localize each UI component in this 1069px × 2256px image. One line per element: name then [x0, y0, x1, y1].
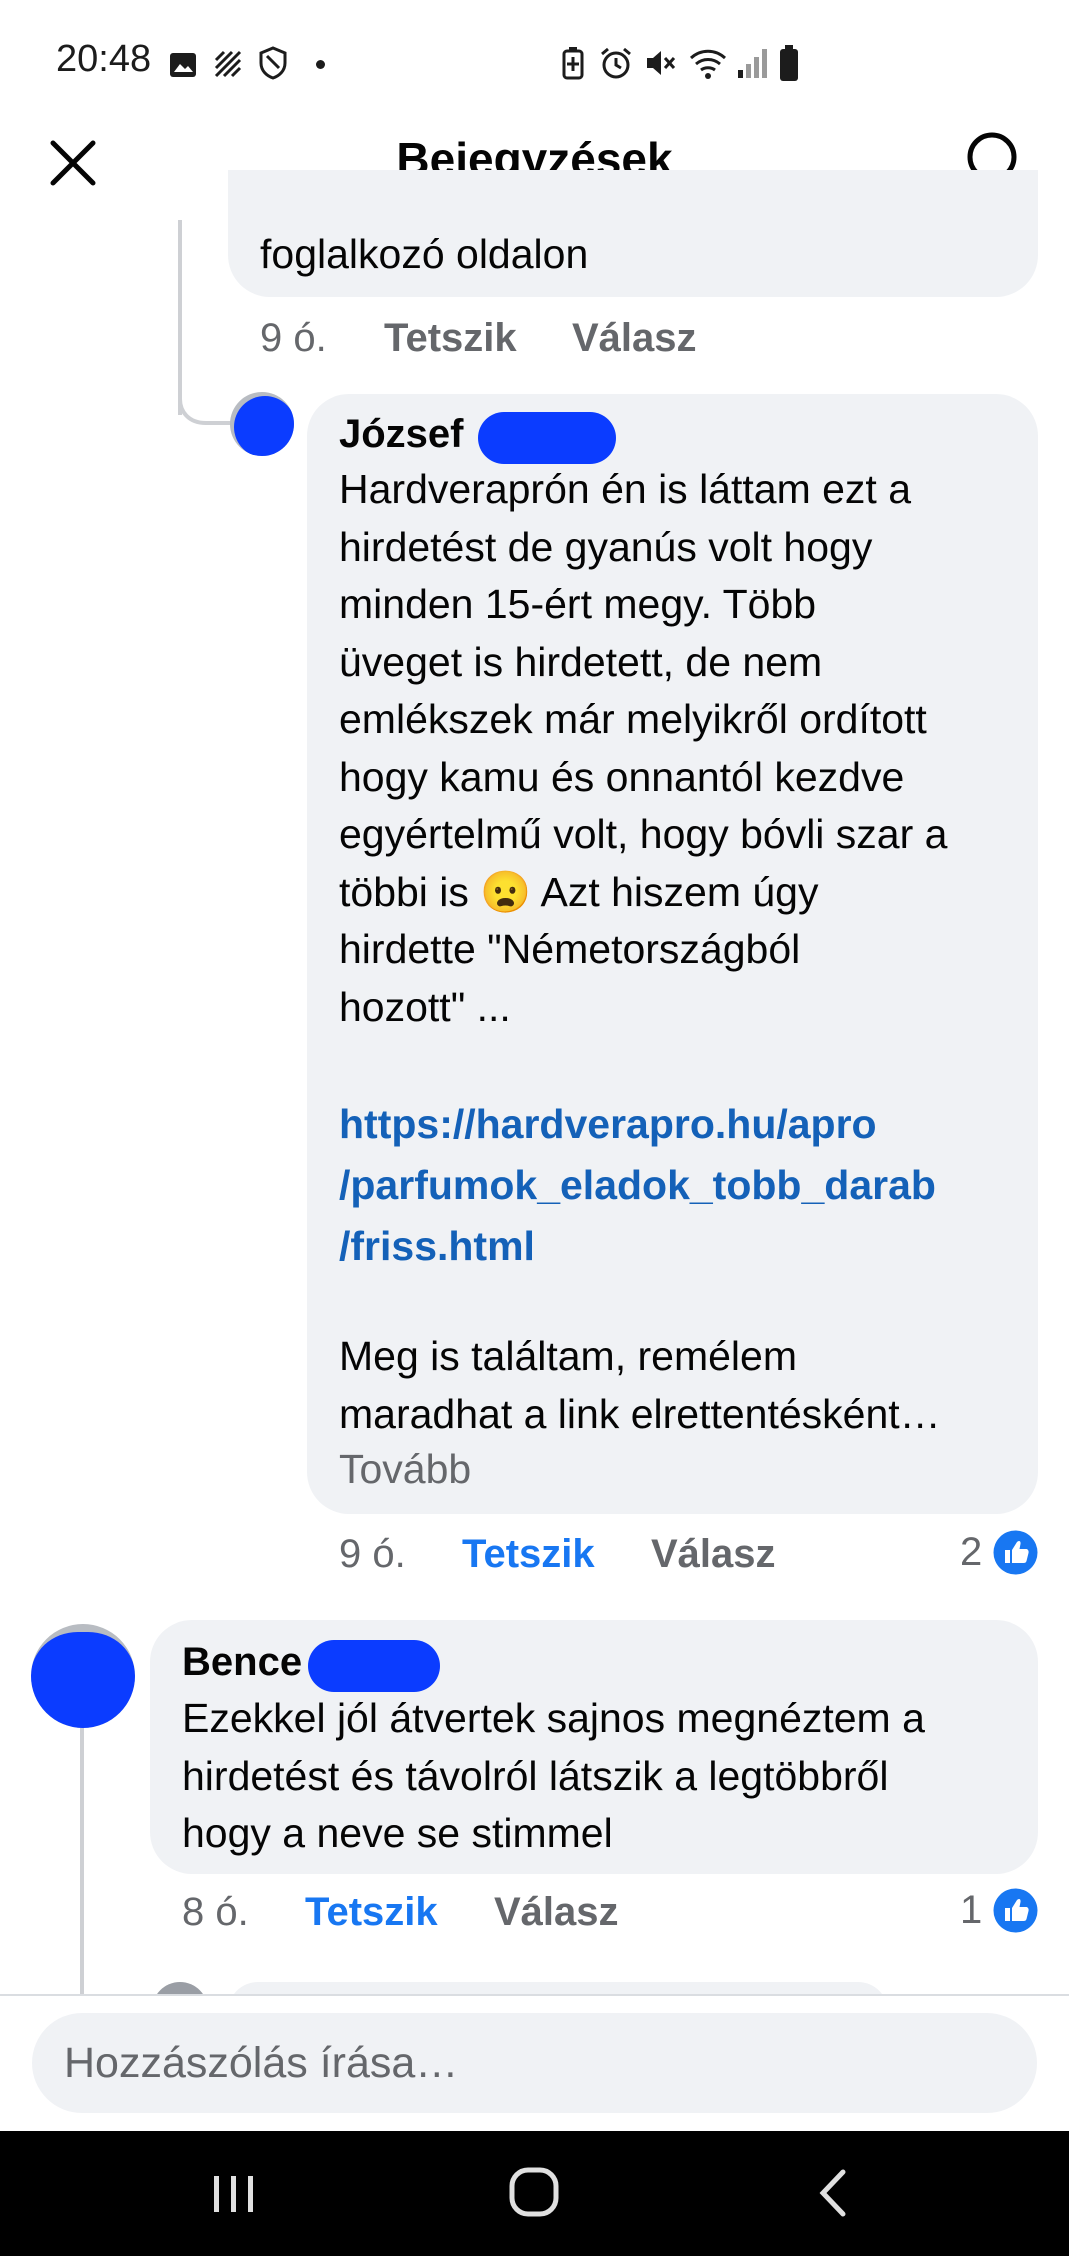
comment-text: foglalkozó oldalon: [260, 231, 589, 277]
redaction-mark: [478, 412, 616, 464]
status-time: 20:48: [56, 38, 152, 80]
comment-body: Ezekkel jól átvertek sajnos megnéztem a …: [182, 1695, 925, 1856]
mute-icon: [647, 51, 676, 75]
thread-line: [80, 1710, 84, 2000]
back-icon[interactable]: [815, 2168, 851, 2218]
signal-icon: [738, 49, 767, 78]
recent-apps-icon[interactable]: [210, 2172, 258, 2216]
avatar[interactable]: [31, 1624, 135, 1728]
redaction-mark: [234, 396, 294, 456]
comment-author[interactable]: József: [339, 406, 464, 462]
home-icon[interactable]: [508, 2166, 560, 2218]
reply-button[interactable]: Válasz: [572, 316, 697, 361]
see-more-link[interactable]: Tovább: [339, 1446, 471, 1493]
comment-body-continued: Meg is találtam, remélem maradhat a link…: [339, 1333, 941, 1437]
reply-button[interactable]: Válasz: [494, 1890, 619, 1935]
reply-button[interactable]: Válasz: [651, 1532, 776, 1577]
gallery-icon: [170, 53, 196, 77]
battery-saver-icon: [562, 47, 584, 80]
redaction-mark: [308, 1640, 440, 1692]
comment-link[interactable]: https://hardverapro.hu/apro /parfumok_el…: [339, 1094, 936, 1277]
reaction-count[interactable]: 1: [960, 1888, 982, 1933]
comment-time: 9 ó.: [339, 1532, 406, 1576]
reaction-count[interactable]: 2: [960, 1530, 982, 1575]
thread-connector: [178, 385, 238, 425]
like-button[interactable]: Tetszik: [305, 1890, 438, 1935]
data-saver-icon: [214, 50, 242, 78]
comment-author[interactable]: Bence: [182, 1634, 302, 1690]
redaction-mark: [31, 1632, 135, 1728]
wifi-icon: [689, 49, 727, 79]
alarm-icon: [601, 47, 631, 79]
comment-input[interactable]: Hozzászólás írása…: [32, 2013, 1037, 2113]
battery-icon: [780, 45, 798, 81]
like-button[interactable]: Tetszik: [384, 316, 517, 361]
like-reaction-icon[interactable]: [993, 1888, 1038, 1933]
like-reaction-icon[interactable]: [993, 1530, 1038, 1575]
like-button[interactable]: Tetszik: [462, 1532, 595, 1577]
comment-body: Hardveraprón én is láttam ezt a hirdetés…: [339, 466, 948, 1030]
avatar[interactable]: [230, 392, 294, 456]
comment-time: 9 ó.: [260, 316, 327, 360]
comment-time: 8 ó.: [182, 1890, 249, 1934]
dot-icon: [316, 60, 325, 69]
shield-icon: [259, 46, 287, 80]
